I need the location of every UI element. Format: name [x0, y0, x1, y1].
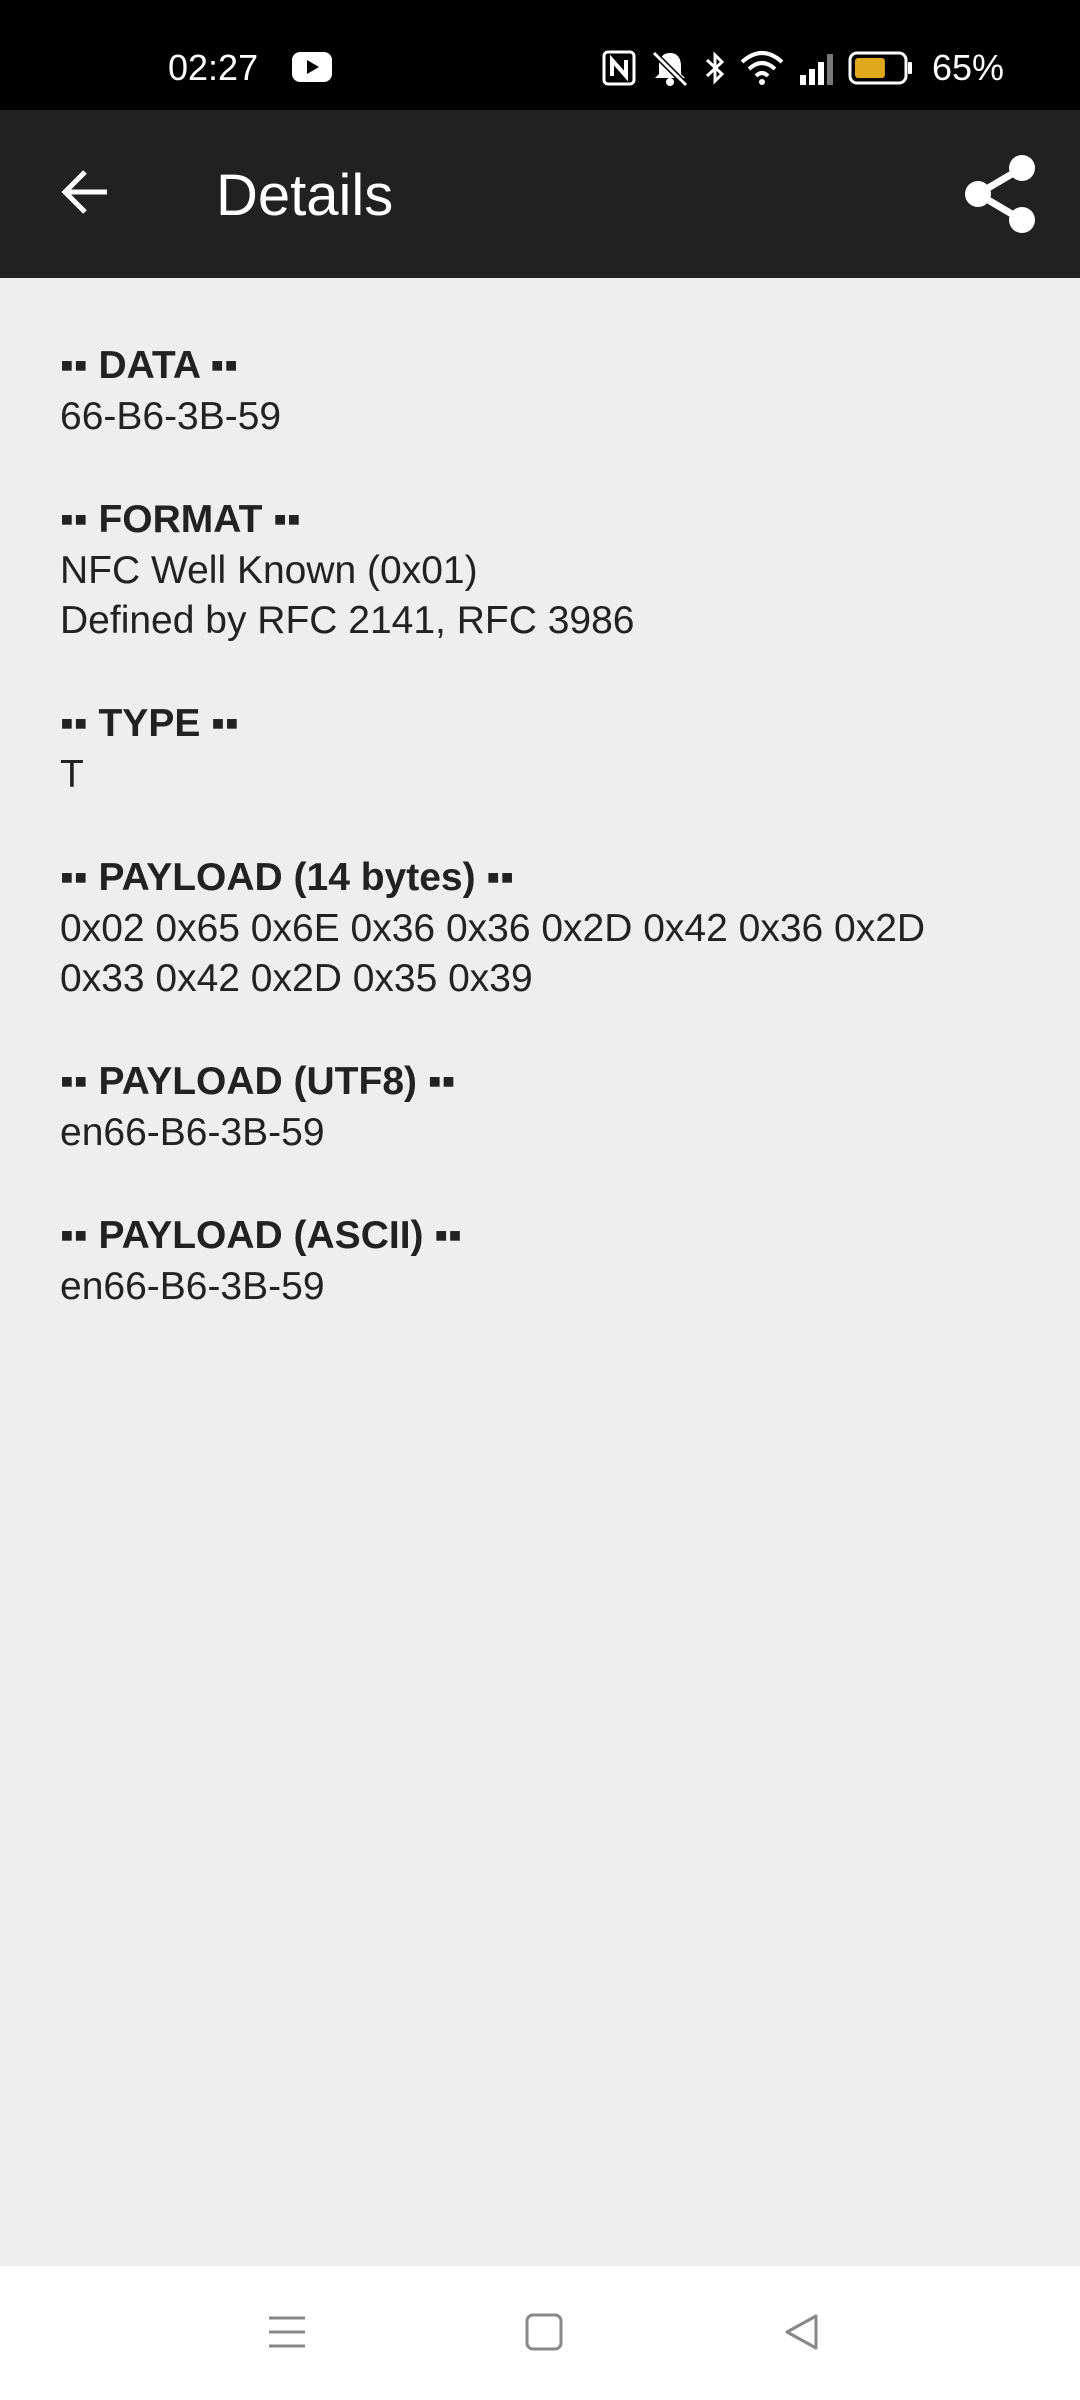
- section-payload-bytes: ▪▪ PAYLOAD (14 bytes) ▪▪ 0x02 0x65 0x6E …: [60, 852, 1040, 1004]
- section-value: 0x33 0x42 0x2D 0x35 0x39: [60, 957, 533, 1000]
- section-header: ▪▪ PAYLOAD (14 bytes) ▪▪: [60, 856, 515, 899]
- muted-bell-icon: [650, 49, 690, 87]
- section-value: en66-B6-3B-59: [60, 1111, 325, 1154]
- system-back-button[interactable]: [770, 2306, 834, 2362]
- section-value: en66-B6-3B-59: [60, 1265, 325, 1308]
- section-value: T: [60, 753, 84, 796]
- menu-icon: [267, 2312, 307, 2357]
- signal-icon: [798, 51, 834, 85]
- section-format: ▪▪ FORMAT ▪▪ NFC Well Known (0x01) Defin…: [60, 494, 1040, 646]
- section-header: ▪▪ DATA ▪▪: [60, 344, 239, 387]
- wifi-icon: [740, 50, 784, 86]
- section-header: ▪▪ TYPE ▪▪: [60, 702, 239, 745]
- battery-percent: 65%: [931, 47, 1004, 88]
- section-payload-utf8: ▪▪ PAYLOAD (UTF8) ▪▪ en66-B6-3B-59: [60, 1056, 1040, 1158]
- app-bar: Details: [0, 110, 1080, 278]
- arrow-left-icon: [59, 168, 111, 221]
- back-button[interactable]: [40, 154, 130, 234]
- share-button[interactable]: [950, 148, 1050, 244]
- home-square-icon: [524, 2312, 564, 2357]
- section-type: ▪▪ TYPE ▪▪ T: [60, 698, 1040, 800]
- bluetooth-icon: [704, 50, 726, 86]
- back-triangle-icon: [782, 2312, 822, 2357]
- section-data: ▪▪ DATA ▪▪ 66-B6-3B-59: [60, 340, 1040, 442]
- status-time: 02:27: [168, 47, 259, 88]
- section-payload-ascii: ▪▪ PAYLOAD (ASCII) ▪▪ en66-B6-3B-59: [60, 1210, 1040, 1312]
- section-header: ▪▪ FORMAT ▪▪: [60, 498, 301, 541]
- section-value: 66-B6-3B-59: [60, 395, 282, 438]
- section-value: NFC Well Known (0x01): [60, 549, 478, 592]
- details-content: ▪▪ DATA ▪▪ 66-B6-3B-59 ▪▪ FORMAT ▪▪ NFC …: [60, 340, 1040, 1364]
- youtube-icon: [292, 52, 332, 82]
- nfc-icon: [602, 50, 636, 86]
- section-value: Defined by RFC 2141, RFC 3986: [60, 599, 635, 642]
- page-title: Details: [216, 163, 394, 228]
- recents-button[interactable]: [255, 2306, 319, 2362]
- section-value: 0x02 0x65 0x6E 0x36 0x36 0x2D 0x42 0x36 …: [60, 907, 926, 950]
- section-header: ▪▪ PAYLOAD (ASCII) ▪▪: [60, 1214, 462, 1257]
- battery-icon: [848, 51, 914, 85]
- home-button[interactable]: [512, 2306, 576, 2362]
- status-bar: 02:27 65%: [0, 0, 1080, 110]
- share-icon: [960, 152, 1040, 241]
- section-header: ▪▪ PAYLOAD (UTF8) ▪▪: [60, 1060, 456, 1103]
- system-nav-bar: [0, 2266, 1080, 2400]
- status-icons: 65%: [602, 44, 1004, 92]
